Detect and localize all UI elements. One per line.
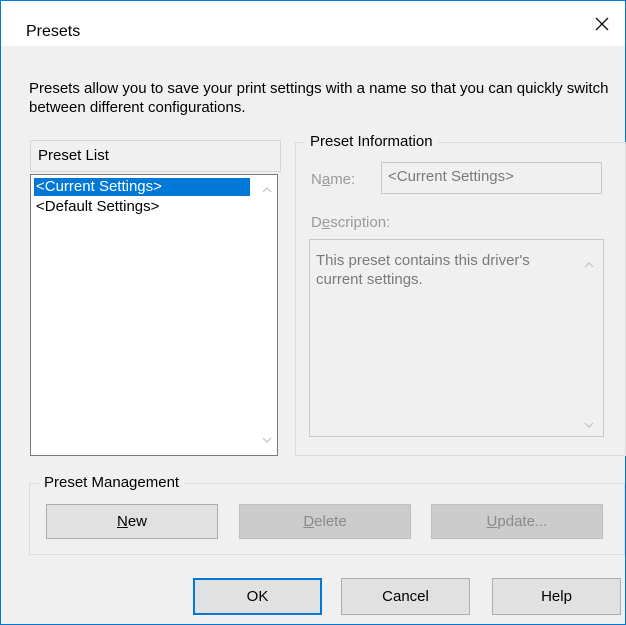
list-scrollbar[interactable] (257, 175, 277, 455)
close-button[interactable] (579, 1, 625, 46)
ok-button[interactable]: OK (193, 578, 322, 615)
list-item-current-settings[interactable]: <Current Settings> (34, 178, 250, 196)
preset-management-label: Preset Management (39, 474, 185, 491)
name-label: Name: (311, 171, 356, 188)
close-icon (595, 17, 609, 30)
dialog-title: Presets (26, 23, 81, 40)
description-label: Description: (311, 214, 391, 231)
scroll-down-icon[interactable] (262, 435, 272, 445)
update-button[interactable]: Update... (431, 504, 603, 539)
description-text: This preset contains this driver's curre… (316, 252, 530, 288)
description-field[interactable]: This preset contains this driver's curre… (309, 239, 604, 437)
desc-scroll-up-icon[interactable] (584, 260, 594, 270)
preset-information-label: Preset Information (305, 133, 438, 150)
presets-dialog: Presets Presets allow you to save your p… (0, 0, 626, 625)
title-bar: Presets (1, 1, 625, 46)
intro-text: Presets allow you to save your print set… (29, 80, 609, 116)
preset-list-label: Preset List (38, 147, 109, 164)
scroll-up-icon[interactable] (262, 185, 272, 195)
cancel-button[interactable]: Cancel (341, 578, 470, 615)
preset-list-header: Preset List (30, 140, 281, 172)
help-button[interactable]: Help (492, 578, 621, 615)
list-item-default-settings[interactable]: <Default Settings> (34, 198, 250, 216)
delete-button[interactable]: Delete (239, 504, 411, 539)
new-button[interactable]: New (46, 504, 218, 539)
preset-listbox[interactable]: <Current Settings> <Default Settings> (30, 174, 278, 456)
name-field[interactable]: <Current Settings> (381, 162, 602, 194)
desc-scroll-down-icon[interactable] (584, 420, 594, 430)
